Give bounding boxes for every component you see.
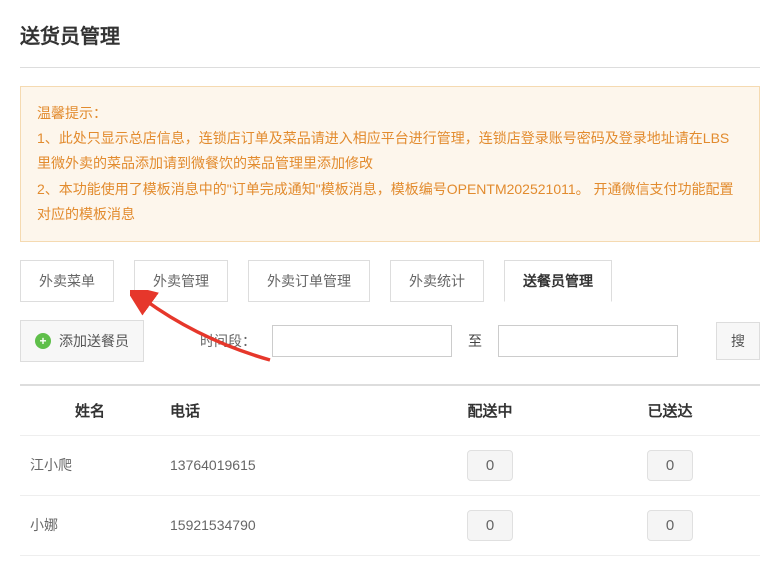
col-header-delivered: 已送达 — [580, 385, 760, 436]
tab-menu[interactable]: 外卖菜单 — [20, 260, 114, 302]
tip-box: 温馨提示： 1、此处只显示总店信息，连锁店订单及菜品请进入相应平台进行管理，连锁… — [20, 86, 760, 242]
cell-phone: 15921534790 — [160, 495, 400, 555]
delivered-badge[interactable]: 0 — [647, 510, 693, 541]
table-row: 小娜 15921534790 0 0 — [20, 495, 760, 555]
search-button[interactable]: 搜 — [716, 322, 760, 360]
time-start-input[interactable] — [272, 325, 452, 357]
cell-delivered: 0 — [580, 495, 760, 555]
tab-delivery-staff[interactable]: 送餐员管理 — [504, 260, 612, 302]
tab-order-manage[interactable]: 外卖订单管理 — [248, 260, 370, 302]
table-header-row: 姓名 电话 配送中 已送达 — [20, 385, 760, 436]
cell-delivered: 0 — [580, 435, 760, 495]
tip-line-2: 2、本功能使用了模板消息中的"订单完成通知"模板消息，模板编号OPENTM202… — [37, 177, 743, 227]
table-row: 江小爬 13764019615 0 0 — [20, 435, 760, 495]
cell-phone: 13764019615 — [160, 435, 400, 495]
delivered-badge[interactable]: 0 — [647, 450, 693, 481]
tabs: 外卖菜单 外卖管理 外卖订单管理 外卖统计 送餐员管理 — [20, 260, 760, 302]
tip-line-1: 1、此处只显示总店信息，连锁店订单及菜品请进入相应平台进行管理，连锁店登录账号密… — [37, 126, 743, 176]
cell-name: 江小爬 — [20, 435, 160, 495]
cell-delivering: 0 — [400, 435, 580, 495]
tab-manage[interactable]: 外卖管理 — [134, 260, 228, 302]
add-delivery-button[interactable]: + 添加送餐员 — [20, 320, 144, 362]
add-button-label: 添加送餐员 — [59, 331, 129, 351]
page-title: 送货员管理 — [20, 20, 760, 49]
delivering-badge[interactable]: 0 — [467, 450, 513, 481]
delivering-badge[interactable]: 0 — [467, 510, 513, 541]
title-divider — [20, 67, 760, 68]
time-range-label: 时间段： — [200, 331, 256, 351]
col-header-delivering: 配送中 — [400, 385, 580, 436]
tip-title: 温馨提示： — [37, 101, 743, 126]
tab-stats[interactable]: 外卖统计 — [390, 260, 484, 302]
col-header-name: 姓名 — [20, 385, 160, 436]
col-header-phone: 电话 — [160, 385, 400, 436]
cell-name: 小娜 — [20, 495, 160, 555]
toolbar: + 添加送餐员 时间段： 至 搜 — [20, 320, 760, 362]
cell-delivering: 0 — [400, 495, 580, 555]
add-icon: + — [35, 333, 51, 349]
staff-table: 姓名 电话 配送中 已送达 江小爬 13764019615 0 0 小娜 159… — [20, 384, 760, 556]
time-end-input[interactable] — [498, 325, 678, 357]
time-range-separator: 至 — [468, 331, 482, 351]
